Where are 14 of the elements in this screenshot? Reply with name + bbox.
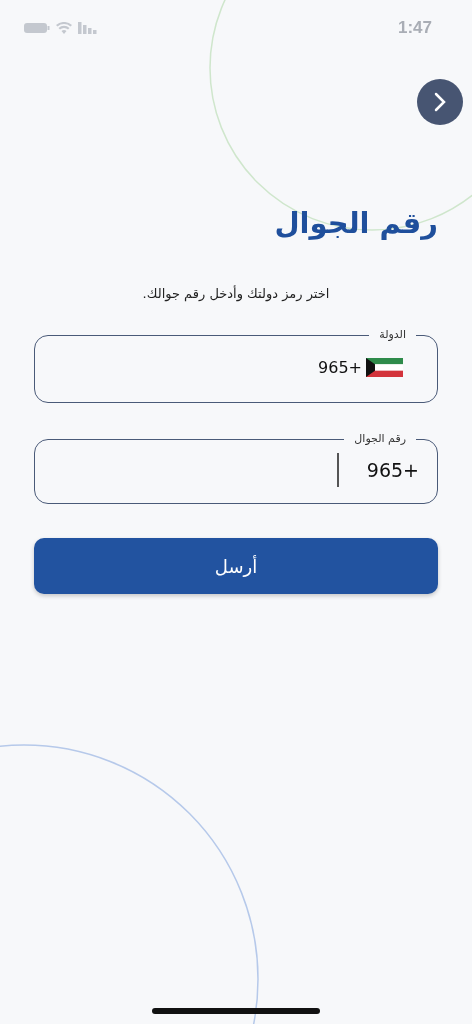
country-code: 965+ bbox=[318, 357, 362, 377]
field-label: رقم الجوال bbox=[344, 431, 416, 447]
battery-icon bbox=[24, 22, 50, 34]
signal-icon bbox=[78, 22, 98, 34]
page-title: رقم الجوال bbox=[273, 206, 438, 240]
chevron-right-icon bbox=[433, 92, 447, 112]
phone-prefix: 965+ bbox=[366, 458, 419, 481]
wifi-icon bbox=[56, 22, 72, 34]
status-time: 1:47 bbox=[397, 18, 432, 38]
next-button[interactable] bbox=[417, 79, 463, 125]
instruction-text: اختر رمز دولتك وأدخل رقم جوالك. bbox=[141, 286, 331, 301]
field-label: الدولة bbox=[369, 327, 416, 343]
submit-button[interactable]: أرسل bbox=[34, 538, 438, 594]
flag-icon bbox=[366, 357, 403, 377]
